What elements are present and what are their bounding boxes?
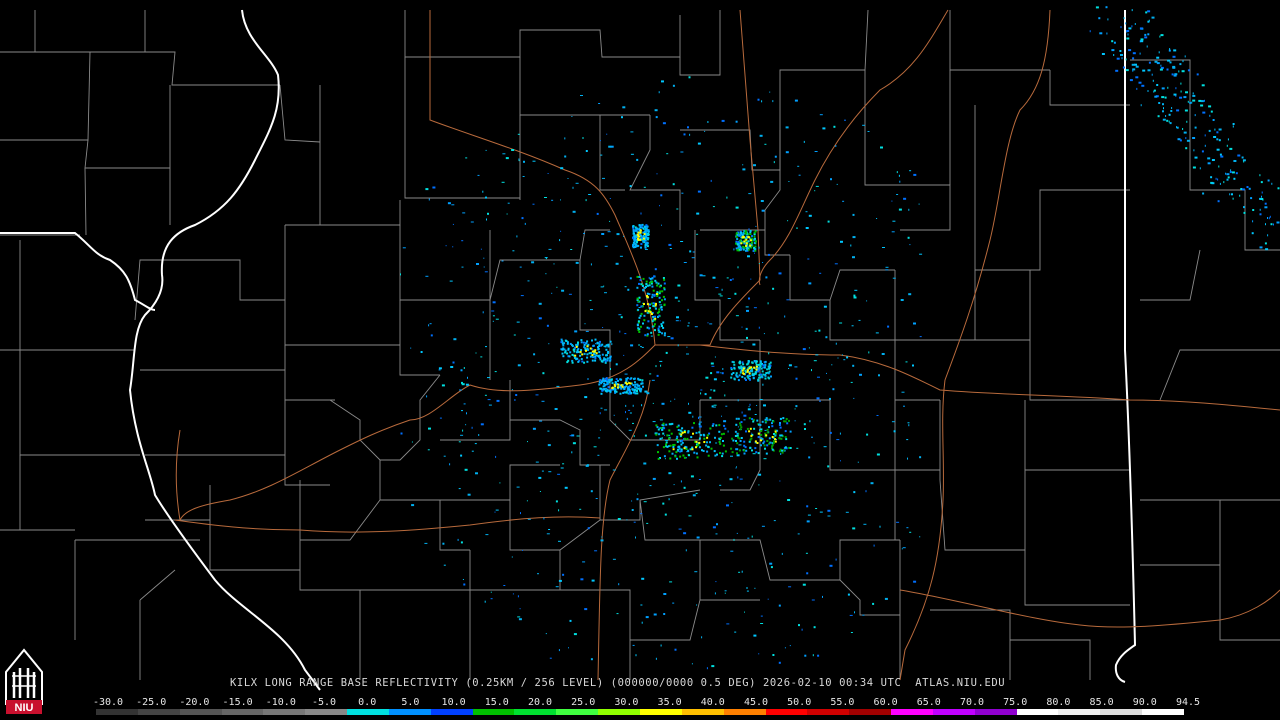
color-scale-swatch (598, 709, 640, 715)
radar-map (0, 0, 1280, 720)
color-scale-swatch (1142, 709, 1184, 715)
color-scale-swatch (1100, 709, 1143, 715)
color-scale-swatch (556, 709, 599, 715)
legend-tick: 40.0 (700, 697, 725, 708)
product-caption: KILX LONG RANGE BASE REFLECTIVITY (0.25K… (230, 677, 1006, 689)
legend-tick: -15.0 (222, 697, 253, 708)
legend-tick: 80.0 (1046, 697, 1071, 708)
color-scale-swatch (263, 709, 306, 715)
legend-tick: 65.0 (916, 697, 941, 708)
color-scale-swatch (179, 709, 222, 715)
legend-tick: 45.0 (743, 697, 769, 708)
color-scale-swatch (96, 709, 138, 715)
legend-tick: 5.0 (401, 697, 420, 708)
color-scale-swatch (807, 709, 850, 715)
legend-tick: 15.0 (484, 697, 509, 708)
color-scale-swatch (891, 709, 933, 715)
legend-tick: 0.0 (358, 697, 377, 708)
radar-site-marker (677, 377, 683, 383)
legend-tick: 35.0 (657, 697, 682, 708)
legend-tick: -5.0 (311, 697, 337, 708)
legend-tick: 55.0 (830, 697, 855, 708)
color-scale-swatch (1058, 709, 1101, 715)
color-scale-swatch (765, 709, 808, 715)
legend-tick: 10.0 (441, 697, 466, 708)
color-scale-swatch (514, 709, 557, 715)
legend-tick: 85.0 (1089, 697, 1114, 708)
color-scale-swatch (472, 709, 515, 715)
legend-tick: -10.0 (265, 697, 296, 708)
legend-tick: 25.0 (571, 697, 596, 708)
color-scale-swatch (974, 709, 1017, 715)
legend-tick: 90.0 (1132, 697, 1157, 708)
color-scale-swatch (430, 709, 473, 715)
color-scale-swatch (305, 709, 348, 715)
color-scale-swatch (221, 709, 264, 715)
color-scale-bar (96, 709, 1184, 715)
legend-tick: 30.0 (614, 697, 639, 708)
color-scale-swatch (849, 709, 892, 715)
legend-tick: -25.0 (136, 697, 167, 708)
color-scale-swatch (388, 709, 431, 715)
legend-tick: 50.0 (787, 697, 812, 708)
legend-tick: 70.0 (959, 697, 985, 708)
color-scale-swatch (681, 709, 724, 715)
legend-tick-labels: -30.0 -25.0 -20.0 -15.0 -10.0 -5.0 0.0 5.0 10.0 1… (92, 697, 1200, 709)
color-scale-swatch (137, 709, 180, 715)
legend-tick: 75.0 (1003, 697, 1028, 708)
legend-tick: 60.0 (873, 697, 898, 708)
legend-tick: 20.0 (527, 697, 553, 708)
logo-text: NIU (15, 702, 34, 714)
legend-tick: 94.5 (1175, 697, 1201, 708)
legend-tick: -20.0 (179, 697, 210, 708)
niu-logo: NIU (5, 648, 43, 714)
legend-tick: -30.0 (92, 697, 124, 708)
color-scale-swatch (1016, 709, 1059, 715)
color-scale-swatch (347, 709, 389, 715)
color-scale-swatch (723, 709, 766, 715)
color-scale-swatch (639, 709, 682, 715)
color-scale-swatch (932, 709, 975, 715)
